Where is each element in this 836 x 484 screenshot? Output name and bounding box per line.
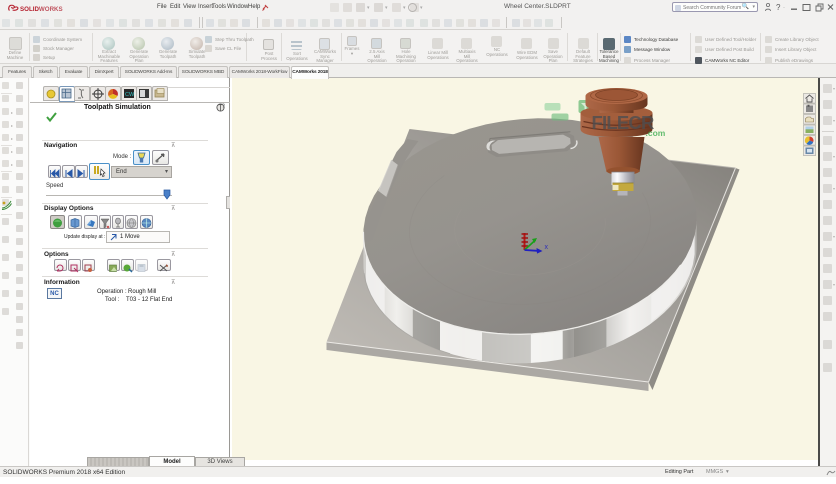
svg-text:x: x [544, 244, 548, 251]
svg-text:·: · [783, 5, 785, 11]
svg-text:CW: CW [125, 92, 135, 98]
svg-text:.com: .com [645, 128, 665, 138]
svg-text:?: ? [776, 3, 781, 12]
svg-text:SOLIDWORKS: SOLIDWORKS [20, 6, 63, 13]
